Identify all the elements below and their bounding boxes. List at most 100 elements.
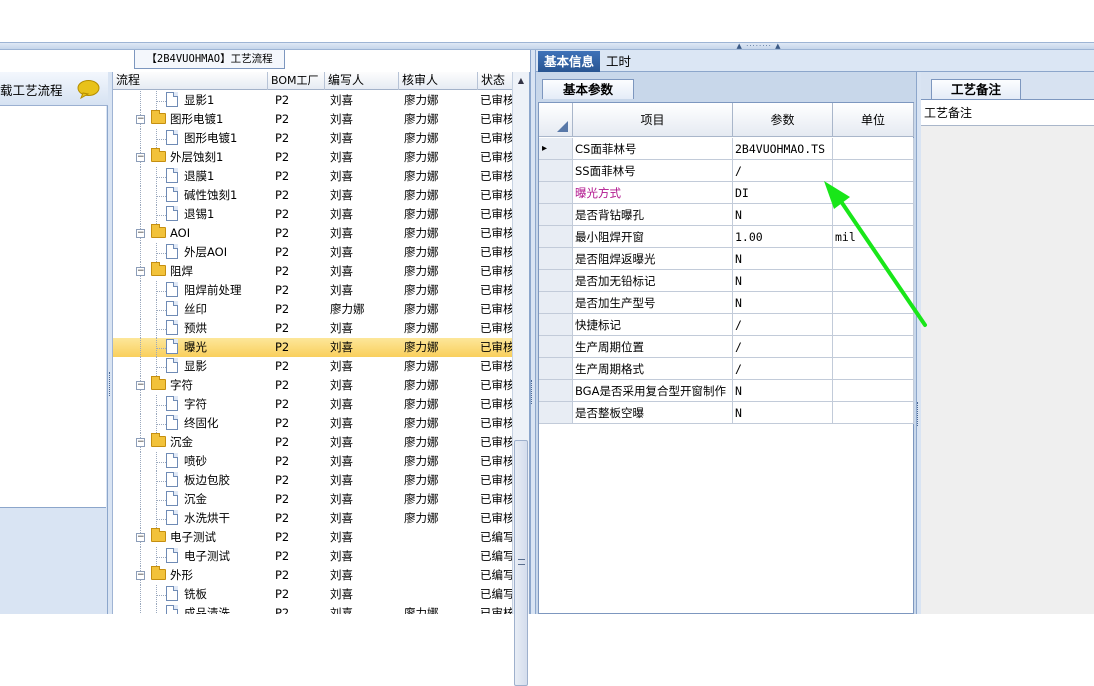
table-row[interactable]: − 图形电镀1 P2 刘喜 廖力娜 已审核 — [113, 110, 513, 129]
tree-node[interactable]: 铣板 — [166, 585, 207, 604]
tree-node[interactable]: 图形电镀1 — [151, 110, 223, 129]
tree-node[interactable]: 碱性蚀刻1 — [166, 186, 237, 205]
param-row[interactable]: BGA是否采用复合型开窗制作 N — [539, 380, 914, 402]
collapse-toggle-icon[interactable]: − — [136, 153, 145, 162]
table-row[interactable]: − AOI P2 刘喜 廖力娜 已审核 — [113, 224, 513, 243]
param-value-cell[interactable]: 2B4VUOHMAO.TS — [733, 138, 833, 160]
table-row[interactable]: 显影 P2 刘喜 廖力娜 已审核 — [113, 357, 513, 376]
table-row[interactable]: 水洗烘干 P2 刘喜 廖力娜 已审核 — [113, 509, 513, 528]
table-row[interactable]: 终固化 P2 刘喜 廖力娜 已审核 — [113, 414, 513, 433]
row-header[interactable] — [539, 402, 573, 424]
row-header[interactable] — [539, 358, 573, 380]
row-header[interactable] — [539, 182, 573, 204]
param-value-cell[interactable]: / — [733, 358, 833, 380]
table-row[interactable]: 预烘 P2 刘喜 廖力娜 已审核 — [113, 319, 513, 338]
tree-node[interactable]: 外层AOI — [166, 243, 227, 262]
tab-basic-params[interactable]: 基本参数 — [542, 79, 634, 99]
collapse-toggle-icon[interactable]: − — [136, 229, 145, 238]
tree-node[interactable]: 显影 — [166, 357, 207, 376]
param-row[interactable]: 是否整板空曝 N — [539, 402, 914, 424]
row-header[interactable] — [539, 226, 573, 248]
table-row[interactable]: 字符 P2 刘喜 廖力娜 已审核 — [113, 395, 513, 414]
row-header[interactable] — [539, 160, 573, 182]
scroll-up-icon[interactable]: ▲ — [513, 74, 529, 88]
tab-work-hours[interactable]: 工时 — [606, 51, 646, 72]
column-header-writer[interactable]: 编写人 — [325, 72, 399, 90]
tab-process-remark[interactable]: 工艺备注 — [931, 79, 1021, 99]
table-row[interactable]: 外层AOI P2 刘喜 廖力娜 已审核 — [113, 243, 513, 262]
table-row[interactable]: 显影1 P2 刘喜 廖力娜 已审核 — [113, 91, 513, 110]
tree-node[interactable]: AOI — [151, 224, 190, 243]
param-value-cell[interactable]: N — [733, 380, 833, 402]
tree-node[interactable]: 板边包胶 — [166, 471, 230, 490]
tree-node[interactable]: 字符 — [166, 395, 207, 414]
table-row[interactable]: 喷砂 P2 刘喜 廖力娜 已审核 — [113, 452, 513, 471]
table-row[interactable]: 沉金 P2 刘喜 廖力娜 已审核 — [113, 490, 513, 509]
tab-basic-info[interactable]: 基本信息 — [538, 51, 600, 72]
tree-node[interactable]: 沉金 — [151, 433, 193, 452]
column-header-reviewer[interactable]: 核审人 — [399, 72, 478, 90]
tree-node[interactable]: 沉金 — [166, 490, 207, 509]
tree-node[interactable]: 退膜1 — [166, 167, 214, 186]
column-header-flow[interactable]: 流程 — [113, 72, 268, 90]
splitter-grip-icon[interactable] — [109, 372, 112, 396]
param-value-cell[interactable]: / — [733, 336, 833, 358]
collapse-toggle-icon[interactable]: − — [136, 438, 145, 447]
tree-node[interactable]: 图形电镀1 — [166, 129, 237, 148]
collapse-toggle-icon[interactable]: − — [136, 267, 145, 276]
tree-node[interactable]: 终固化 — [166, 414, 219, 433]
top-splitter[interactable] — [0, 42, 1094, 50]
param-value-cell[interactable]: N — [733, 402, 833, 424]
collapse-toggle-icon[interactable]: − — [136, 381, 145, 390]
row-header[interactable] — [539, 248, 573, 270]
column-header-bom[interactable]: BOM工厂 — [268, 72, 325, 90]
tree-node[interactable]: 电子测试 — [166, 547, 230, 566]
table-row[interactable]: 曝光 P2 刘喜 廖力娜 已审核 — [113, 338, 513, 357]
process-title-tab[interactable]: 【2B4VUOHMAO】工艺流程 — [134, 50, 285, 69]
table-row[interactable]: 丝印 P2 廖力娜 廖力娜 已审核 — [113, 300, 513, 319]
splitter-grip-icon[interactable] — [917, 402, 920, 426]
table-row[interactable]: − 外形 P2 刘喜 已编写 — [113, 566, 513, 585]
column-header-unit[interactable]: 单位 — [833, 103, 914, 137]
table-row[interactable]: − 沉金 P2 刘喜 廖力娜 已审核 — [113, 433, 513, 452]
collapse-toggle-icon[interactable]: − — [136, 115, 145, 124]
table-row[interactable]: 铣板 P2 刘喜 已编写 — [113, 585, 513, 604]
tree-node[interactable]: 阻焊 — [151, 262, 193, 281]
collapse-grip-icon[interactable]: ▲ ········ ▲ — [726, 42, 792, 50]
column-header-item[interactable]: 项目 — [573, 103, 733, 137]
tree-node[interactable]: 退锡1 — [166, 205, 214, 224]
tree-node[interactable]: 水洗烘干 — [166, 509, 230, 528]
table-row[interactable]: − 阻焊 P2 刘喜 廖力娜 已审核 — [113, 262, 513, 281]
column-header-value[interactable]: 参数 — [733, 103, 833, 137]
param-row[interactable]: ▸ CS面菲林号 2B4VUOHMAO.TS — [539, 138, 914, 160]
row-header[interactable] — [539, 380, 573, 402]
current-row-indicator-icon[interactable]: ▸ — [539, 138, 573, 160]
table-row[interactable]: − 电子测试 P2 刘喜 已编写 — [113, 528, 513, 547]
tree-node[interactable]: 字符 — [151, 376, 193, 395]
table-row[interactable]: 碱性蚀刻1 P2 刘喜 廖力娜 已审核 — [113, 186, 513, 205]
tree-node[interactable]: 曝光 — [166, 338, 207, 357]
tree-node[interactable]: 电子测试 — [151, 528, 216, 547]
param-row[interactable]: 生产周期格式 / — [539, 358, 914, 380]
speech-bubble-icon[interactable] — [77, 80, 100, 99]
collapse-toggle-icon[interactable]: − — [136, 533, 145, 542]
tree-scrollbar[interactable]: ▲ — [512, 72, 529, 686]
collapse-toggle-icon[interactable]: − — [136, 571, 145, 580]
tree-node[interactable]: 外形 — [151, 566, 193, 585]
table-row[interactable]: 退膜1 P2 刘喜 廖力娜 已审核 — [113, 167, 513, 186]
tree-node[interactable]: 显影1 — [166, 91, 214, 110]
table-row[interactable]: 阻焊前处理 P2 刘喜 廖力娜 已审核 — [113, 281, 513, 300]
row-header[interactable] — [539, 270, 573, 292]
row-header[interactable] — [539, 292, 573, 314]
scrollbar-thumb[interactable] — [514, 440, 528, 686]
tree-node[interactable]: 丝印 — [166, 300, 207, 319]
tree-node[interactable]: 外层蚀刻1 — [151, 148, 223, 167]
splitter-grip-icon[interactable] — [531, 380, 534, 404]
table-row[interactable]: 板边包胶 P2 刘喜 廖力娜 已审核 — [113, 471, 513, 490]
param-row[interactable]: 生产周期位置 / — [539, 336, 914, 358]
table-row[interactable]: 图形电镀1 P2 刘喜 廖力娜 已审核 — [113, 129, 513, 148]
tree-node[interactable]: 喷砂 — [166, 452, 207, 471]
row-header[interactable] — [539, 204, 573, 226]
row-header[interactable] — [539, 336, 573, 358]
table-row[interactable]: 成品清洗 P2 刘喜 廖力娜 已审核 — [113, 604, 513, 614]
